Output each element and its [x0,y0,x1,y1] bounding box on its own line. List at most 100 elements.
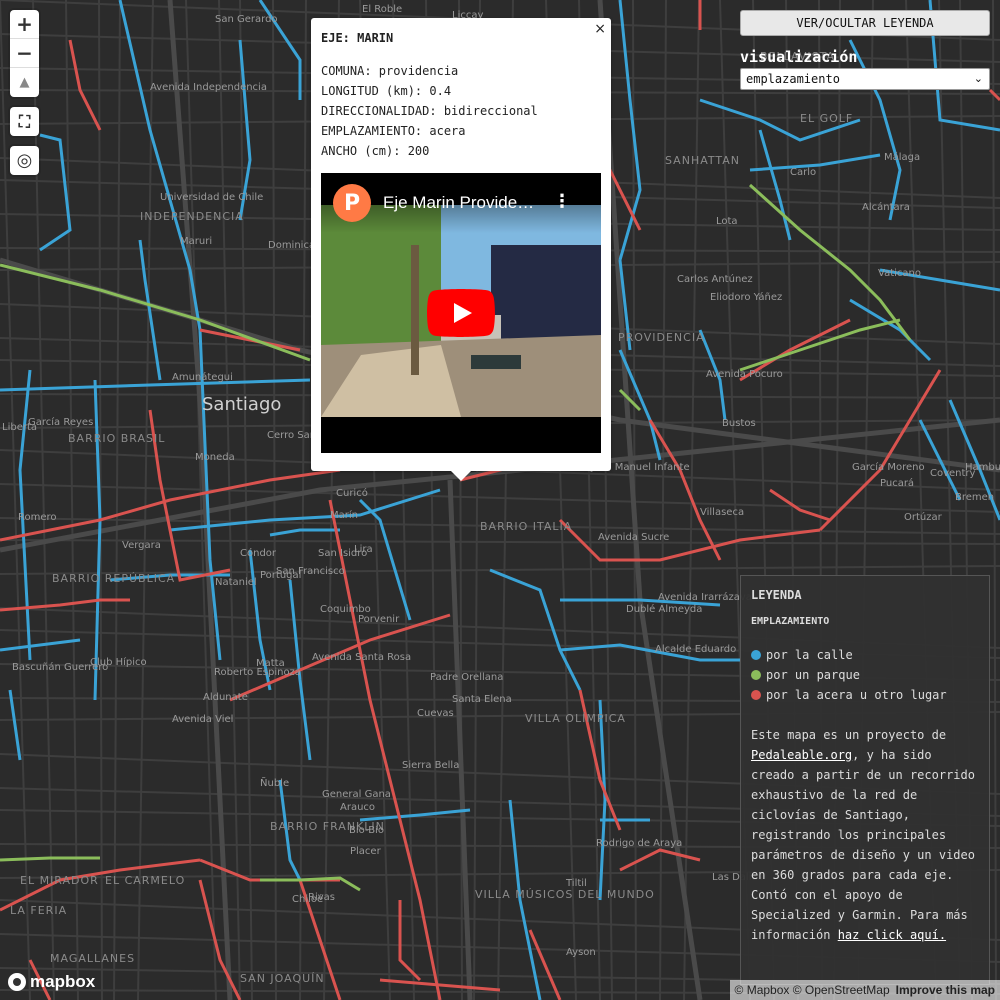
popup-prop: DIRECCIONALIDAD: bidireccional [321,104,538,118]
pedaleable-link[interactable]: Pedaleable.org [751,748,852,762]
street-label: Bustos [722,418,756,429]
street-label: Carlo [790,167,816,178]
street-label: Padre Orellana [430,672,503,683]
chevron-down-icon: ⌄ [973,72,983,85]
visualization-select[interactable]: emplazamiento ⌄ [740,68,990,90]
street-label: Universidad de Chile [160,192,263,203]
attribution: © Mapbox © OpenStreetMap Improve this ma… [729,980,1000,1000]
legend-text-middle: , y ha sido creado a partir de un recorr… [751,748,975,942]
street-label: Bremen [955,492,994,503]
street-label: Ayson [566,947,596,958]
compass-icon[interactable]: ▲ [10,68,39,97]
video-player[interactable]: P Eje Marin Providencia ⋮ [321,173,601,453]
street-label: Nataniel [215,577,257,588]
street-label: Rodrigo de Araya [596,838,682,849]
district-label: BARRIO ITALIA [480,520,572,533]
street-label: El Roble [362,4,402,15]
street-label: San Gerardo [215,14,278,25]
legend-panel: LEYENDA EMPLAZAMIENTO por la calle por un… [740,575,990,985]
street-label: Moneda [195,452,235,463]
osm-attribution-link[interactable]: © OpenStreetMap [793,983,890,997]
legend-item: por la acera u otro lugar [751,685,979,705]
improve-map-link[interactable]: Improve this map [896,983,995,997]
street-label: Marín [330,509,358,521]
close-icon[interactable]: × [594,21,606,37]
mapbox-logo-icon [8,973,26,991]
street-label: Carlos Antúnez [677,273,753,285]
street-label: Pucará [880,477,914,489]
legend-text-before: Este mapa es un proyecto de [751,728,947,742]
city-label: Santiago [202,394,281,415]
popup-prop: LONGITUD (km): 0.4 [321,84,452,98]
street-label: Cóndor [240,547,277,559]
street-label: Avenida Pocuro [706,369,783,380]
street-label: Avenida Santa Rosa [312,652,411,663]
district-label: LA FERIA [10,904,67,917]
district-label: BARRIO BRASIL [68,432,165,445]
locate-icon[interactable]: ◎ [10,146,39,175]
legend-swatch-icon [751,670,761,680]
street-label: Dublé Almeyda [626,603,702,615]
street-label: Portugal [260,570,301,581]
legend-description: Este mapa es un proyecto de Pedaleable.o… [751,725,979,945]
district-label: INDEPENDENCIA [140,210,244,223]
zoom-out-button[interactable]: − [10,39,39,68]
mapbox-logo[interactable]: mapbox [8,972,95,992]
legend-subtitle: EMPLAZAMIENTO [751,616,830,627]
district-label: EL MIRADOR [20,874,99,887]
mapbox-logo-text: mapbox [30,972,96,991]
toggle-legend-button[interactable]: VER/OCULTAR LEYENDA [740,10,990,36]
popup-prop: EMPLAZAMIENTO: acera [321,124,466,138]
street-label: Club Hípico [90,656,147,668]
street-label: Aldunate [203,692,248,703]
street-label: Cuevas [417,708,454,719]
street-label: Lota [716,216,738,227]
street-label: Curicó [336,487,368,499]
legend-item: por un parque [751,665,979,685]
district-label: BARRIO REPÚBLICA [52,572,175,585]
zoom-in-button[interactable]: + [10,10,39,39]
street-label: Hamburgo [965,462,1000,473]
video-title[interactable]: Eje Marin Providencia [383,193,543,213]
geolocate-control: ◎ [10,146,39,175]
district-label: MAGALLANES [50,952,135,965]
street-label: Vaticano [878,268,921,279]
zoom-control: + − ▲ [10,10,39,97]
street-label: Chiloé [292,893,323,905]
street-label: Avenida Viel [172,714,233,725]
legend-item-label: por la acera u otro lugar [766,688,947,702]
street-label: Málaga [884,151,920,163]
street-label: García Reyes [28,416,93,428]
channel-logo-icon[interactable]: P [333,184,371,222]
street-label: General Gana [322,789,391,800]
district-label: PROVIDENCIA [618,331,705,344]
street-label: Sierra Bella [402,760,459,771]
street-label: Eliodoro Yáñez [710,291,782,303]
more-options-icon[interactable]: ⋮ [553,191,571,212]
street-label: Alcántara [862,201,910,213]
fullscreen-control: ⛶ [10,107,39,136]
street-label: Alcalde Eduardo [655,644,736,655]
street-label: Avenida Independencia [150,82,267,93]
street-label: Arauco [340,802,375,813]
street-label: Santa Elena [452,694,512,705]
legend-swatch-icon [751,690,761,700]
district-label: VILLA OLÍMPICA [525,712,626,725]
legend-items: por la calle por un parque por la acera u … [751,645,979,705]
street-label: Avenida Sucre [598,532,669,543]
fullscreen-icon[interactable]: ⛶ [10,107,39,136]
mapbox-attribution-link[interactable]: © Mapbox [735,983,790,997]
legend-item-label: por un parque [766,668,860,682]
street-label: García Moreno [852,461,925,473]
district-label: EL GOLF [800,112,853,125]
segment-popup: × EJE: MARIN COMUNA: providencia LONGITUD… [311,18,611,481]
play-button-icon[interactable] [427,289,495,337]
more-info-link[interactable]: haz click aquí. [838,928,946,942]
street-label: Dominica [268,240,315,251]
popup-prop: COMUNA: providencia [321,64,459,78]
legend-swatch-icon [751,650,761,660]
street-label: Maruri [180,236,212,247]
street-label: Ortúzar [904,511,943,523]
street-label: Tiltil [565,878,587,889]
street-label: Porvenir [358,614,400,625]
